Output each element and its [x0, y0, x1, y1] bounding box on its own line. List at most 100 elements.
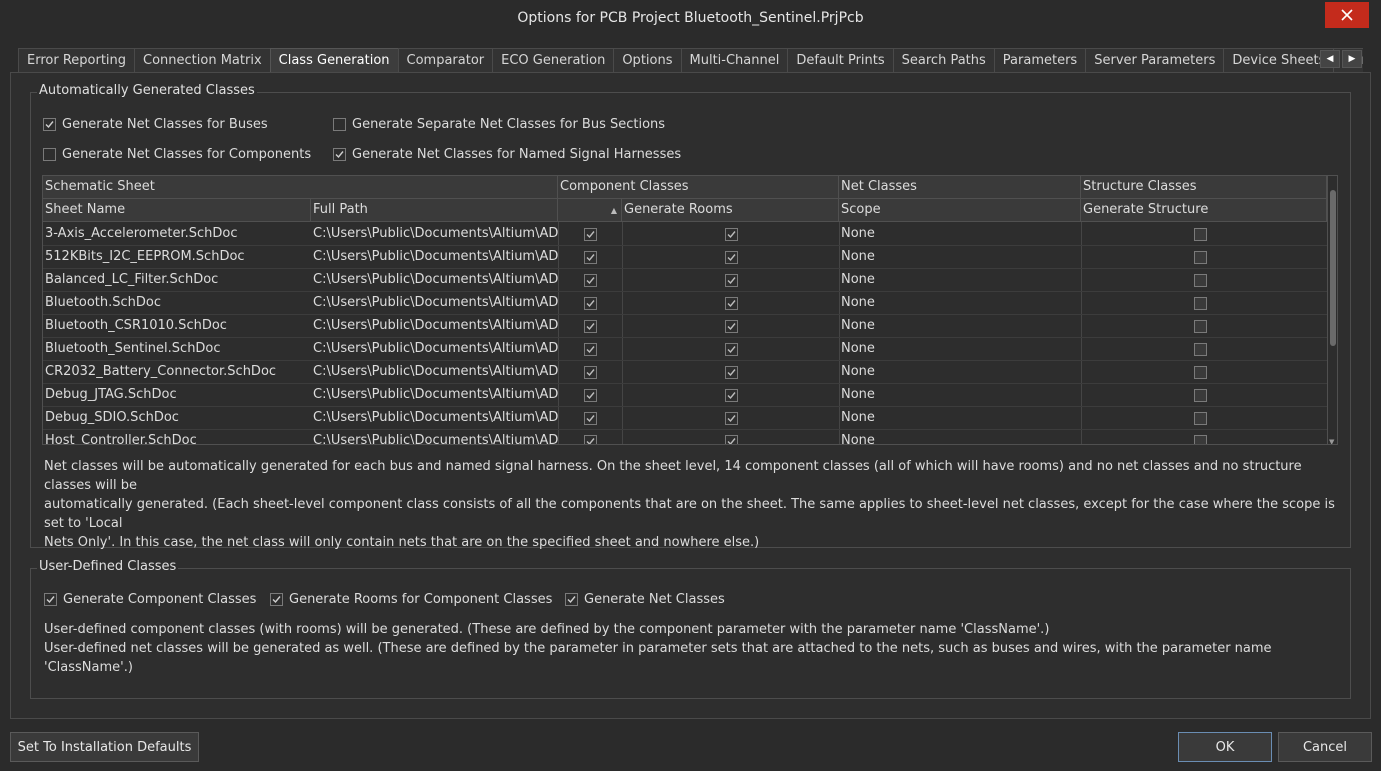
tab-default-prints[interactable]: Default Prints	[787, 48, 893, 73]
tab-options[interactable]: Options	[613, 48, 681, 73]
generate-structure-checkbox[interactable]	[1194, 435, 1207, 444]
checkbox-box	[43, 148, 56, 161]
tab-multi-channel[interactable]: Multi-Channel	[680, 48, 788, 73]
checkmark-icon	[727, 300, 736, 308]
table-row[interactable]: Host_Controller.SchDoc C:\Users\Public\Do…	[43, 430, 1327, 445]
table-row[interactable]: Bluetooth_CSR1010.SchDoc C:\Users\Public\…	[43, 315, 1327, 338]
grid-vertical-scrollbar[interactable]: ▼	[1327, 176, 1337, 444]
component-class-checkbox[interactable]	[584, 435, 597, 444]
group-header-structure-classes[interactable]: Structure Classes	[1081, 176, 1327, 199]
tab-device-sheets[interactable]: Device Sheets	[1223, 48, 1334, 73]
generate-rooms-checkbox[interactable]	[725, 297, 738, 310]
sheet-name-cell: Debug_SDIO.SchDoc	[45, 410, 179, 425]
generate-rooms-checkbox[interactable]	[725, 389, 738, 402]
generate-structure-checkbox[interactable]	[1194, 297, 1207, 310]
column-component-class[interactable]: ▲	[558, 199, 622, 222]
tab-parameters[interactable]: Parameters	[993, 48, 1086, 73]
checkbox-box	[270, 593, 283, 606]
generate-structure-checkbox[interactable]	[1194, 320, 1207, 333]
component-class-checkbox[interactable]	[584, 274, 597, 287]
scope-cell[interactable]: None	[839, 269, 1081, 292]
generate-rooms-checkbox[interactable]	[725, 366, 738, 379]
column-generate-rooms[interactable]: Generate Rooms	[622, 199, 839, 222]
generate-separate-bus-sections-checkbox[interactable]: Generate Separate Net Classes for Bus Se…	[333, 117, 665, 132]
component-class-checkbox[interactable]	[584, 412, 597, 425]
scope-cell[interactable]: None	[839, 315, 1081, 338]
generate-structure-checkbox[interactable]	[1194, 251, 1207, 264]
full-path-cell: C:\Users\Public\Documents\Altium\AD_	[313, 410, 558, 425]
column-full-path[interactable]: Full Path	[311, 199, 558, 222]
generate-rooms-checkbox[interactable]	[725, 274, 738, 287]
table-row[interactable]: Debug_JTAG.SchDoc C:\Users\Public\Documen…	[43, 384, 1327, 407]
checkmark-icon	[46, 596, 55, 604]
component-class-checkbox[interactable]	[584, 366, 597, 379]
scope-cell[interactable]: None	[839, 338, 1081, 361]
scope-cell[interactable]: None	[839, 361, 1081, 384]
tab-class-generation[interactable]: Class Generation	[269, 48, 398, 73]
component-class-checkbox[interactable]	[584, 320, 597, 333]
generate-component-classes-checkbox[interactable]: Generate Component Classes	[44, 592, 256, 607]
tab-scroll-left[interactable]: ◀	[1320, 50, 1340, 68]
scope-cell[interactable]: None	[839, 384, 1081, 407]
sheet-name-cell: 3-Axis_Accelerometer.SchDoc	[45, 226, 238, 241]
component-class-checkbox[interactable]	[584, 389, 597, 402]
generate-structure-checkbox[interactable]	[1194, 228, 1207, 241]
group-header-schematic-sheet[interactable]: Schematic Sheet	[43, 176, 558, 199]
column-generate-structure[interactable]: Generate Structure	[1081, 199, 1327, 222]
tab-eco-generation[interactable]: ECO Generation	[492, 48, 614, 73]
component-class-checkbox[interactable]	[584, 343, 597, 356]
tab-search-paths[interactable]: Search Paths	[892, 48, 994, 73]
ok-button[interactable]: OK	[1178, 732, 1272, 762]
generate-rooms-checkbox[interactable]	[725, 435, 738, 444]
generate-rooms-checkbox[interactable]: Generate Rooms for Component Classes	[270, 592, 552, 607]
generate-net-classes-buses-checkbox[interactable]: Generate Net Classes for Buses	[43, 117, 268, 132]
table-row[interactable]: Balanced_LC_Filter.SchDoc C:\Users\Public…	[43, 269, 1327, 292]
group-header-net-classes[interactable]: Net Classes	[839, 176, 1081, 199]
column-sheet-name[interactable]: Sheet Name	[43, 199, 311, 222]
scope-cell[interactable]: None	[839, 430, 1081, 444]
generate-net-classes-harnesses-checkbox[interactable]: Generate Net Classes for Named Signal Ha…	[333, 147, 681, 162]
scrollbar-thumb[interactable]	[1330, 190, 1336, 346]
full-path-cell: C:\Users\Public\Documents\Altium\AD_	[313, 433, 558, 445]
generate-rooms-checkbox[interactable]	[725, 320, 738, 333]
generate-rooms-checkbox[interactable]	[725, 412, 738, 425]
chevron-right-icon: ▶	[1348, 54, 1356, 64]
generate-structure-checkbox[interactable]	[1194, 412, 1207, 425]
table-row[interactable]: Bluetooth.SchDoc C:\Users\Public\Document…	[43, 292, 1327, 315]
generate-structure-checkbox[interactable]	[1194, 389, 1207, 402]
table-row[interactable]: Debug_SDIO.SchDoc C:\Users\Public\Documen…	[43, 407, 1327, 430]
component-class-checkbox[interactable]	[584, 228, 597, 241]
table-row[interactable]: CR2032_Battery_Connector.SchDoc C:\Users\…	[43, 361, 1327, 384]
scope-cell[interactable]: None	[839, 407, 1081, 430]
generate-structure-checkbox[interactable]	[1194, 274, 1207, 287]
column-scope[interactable]: Scope	[839, 199, 1081, 222]
generate-structure-checkbox[interactable]	[1194, 343, 1207, 356]
component-class-checkbox[interactable]	[584, 297, 597, 310]
tab-server-parameters[interactable]: Server Parameters	[1085, 48, 1224, 73]
generate-rooms-checkbox[interactable]	[725, 228, 738, 241]
checkbox-label: Generate Net Classes for Named Signal Ha…	[352, 147, 682, 162]
cancel-button[interactable]: Cancel	[1278, 732, 1372, 762]
table-row[interactable]: 512KBits_I2C_EEPROM.SchDoc C:\Users\Publi…	[43, 246, 1327, 269]
tab-comparator[interactable]: Comparator	[397, 48, 493, 73]
table-row[interactable]: 3-Axis_Accelerometer.SchDoc C:\Users\Publ…	[43, 223, 1327, 246]
tab-error-reporting[interactable]: Error Reporting	[18, 48, 135, 73]
scroll-down-icon[interactable]: ▼	[1329, 438, 1334, 444]
scope-cell[interactable]: None	[839, 246, 1081, 269]
close-button[interactable]	[1325, 2, 1369, 28]
generate-rooms-checkbox[interactable]	[725, 251, 738, 264]
scope-cell[interactable]: None	[839, 292, 1081, 315]
tab-scroll-right[interactable]: ▶	[1342, 50, 1362, 68]
generate-net-classes-components-checkbox[interactable]: Generate Net Classes for Components	[43, 147, 311, 162]
generate-structure-checkbox[interactable]	[1194, 366, 1207, 379]
tab-connection-matrix[interactable]: Connection Matrix	[134, 48, 270, 73]
group-header-component-classes[interactable]: Component Classes	[558, 176, 839, 199]
generate-net-classes-checkbox[interactable]: Generate Net Classes	[565, 592, 725, 607]
table-row[interactable]: Bluetooth_Sentinel.SchDoc C:\Users\Public…	[43, 338, 1327, 361]
set-installation-defaults-button[interactable]: Set To Installation Defaults	[10, 732, 199, 762]
scope-cell[interactable]: None	[839, 223, 1081, 246]
sheet-name-cell: Debug_JTAG.SchDoc	[45, 387, 177, 402]
checkbox-box	[333, 148, 346, 161]
generate-rooms-checkbox[interactable]	[725, 343, 738, 356]
component-class-checkbox[interactable]	[584, 251, 597, 264]
